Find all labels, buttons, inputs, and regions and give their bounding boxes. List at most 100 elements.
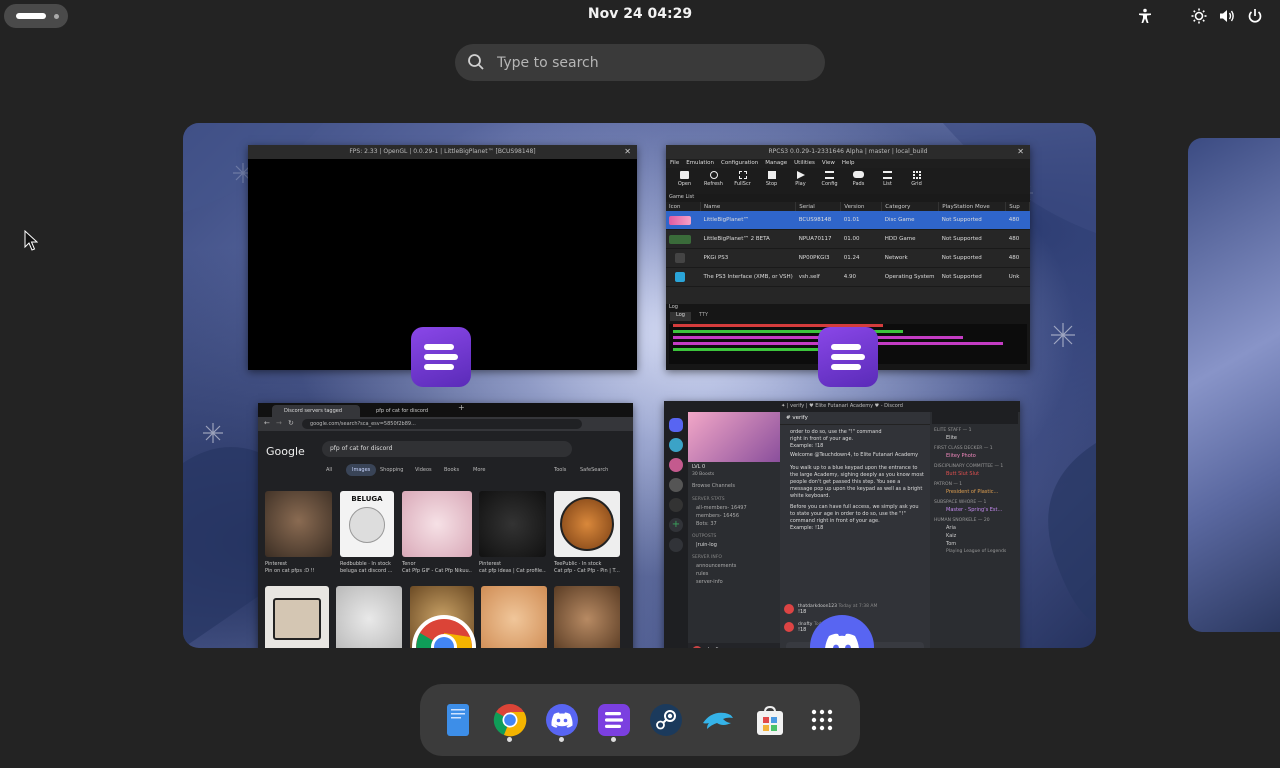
tab-log[interactable]: Log	[670, 312, 691, 321]
channel-item[interactable]: announcements	[688, 562, 780, 570]
toolbar-config-button[interactable]: Config	[817, 168, 842, 194]
member-search[interactable]	[932, 412, 1018, 424]
image-result[interactable]	[336, 586, 402, 648]
dock-app-dolphin[interactable]	[700, 702, 736, 738]
filter-all[interactable]: All	[326, 467, 332, 473]
channel-item[interactable]: Bots: 37	[688, 520, 780, 528]
member-item[interactable]: Master - Spring's Est...	[930, 506, 1020, 514]
chrome-window[interactable]: Discord servers tagged pfp of cat for di…	[258, 403, 633, 648]
filter-books[interactable]: Books	[444, 467, 459, 473]
column-header[interactable]: Name	[700, 202, 797, 211]
image-result[interactable]	[554, 491, 620, 557]
discord-home-icon[interactable]	[669, 418, 683, 432]
channel-item[interactable]: |ruin-log	[688, 541, 780, 549]
member-item[interactable]: Aria	[930, 524, 1020, 532]
table-row[interactable]: PKGi PS3 NP00PKGI3 01.24 Network Not Sup…	[666, 248, 1030, 268]
toolbar-grid-button[interactable]: Grid	[904, 168, 929, 194]
dock-app-rpcs3[interactable]	[596, 702, 632, 738]
menu-view[interactable]: View	[822, 159, 835, 168]
reload-icon[interactable]: ↻	[288, 419, 294, 427]
google-search-box[interactable]: pfp of cat for discord	[322, 441, 572, 457]
channel-item[interactable]: rules	[688, 570, 780, 578]
table-row[interactable]: The PS3 Interface (XMB, or VSH) vsh.self…	[666, 267, 1030, 287]
member-item[interactable]: Elite	[930, 434, 1020, 442]
new-tab-icon[interactable]: +	[458, 403, 465, 412]
column-header[interactable]: Version	[840, 202, 883, 211]
close-icon[interactable]: ✕	[624, 145, 631, 159]
member-item[interactable]: President of Plastic...	[930, 488, 1020, 496]
power-icon[interactable]	[1246, 7, 1264, 25]
toolbar-refresh-button[interactable]: Refresh	[701, 168, 726, 194]
google-logo[interactable]: Google	[266, 445, 305, 458]
clock[interactable]: Nov 24 04:29	[540, 6, 740, 22]
column-header[interactable]: PlayStation Move	[938, 202, 1007, 211]
toolbar-open-button[interactable]: Open	[672, 168, 697, 194]
dock-app-software[interactable]	[752, 702, 788, 738]
toolbar-play-button[interactable]: Play	[788, 168, 813, 194]
table-row-selected[interactable]: LittleBigPlanet™ BCUS98148 01.01 Disc Ga…	[666, 211, 1030, 230]
address-bar[interactable]: google.com/search?sca_esv=5850f2b89...	[302, 419, 582, 429]
accessibility-icon[interactable]	[1136, 7, 1154, 25]
category-header[interactable]: SERVER INFO	[688, 549, 780, 562]
table-row[interactable]: LittleBigPlanet™ 2 BETA NPUA70117 01.00 …	[666, 229, 1030, 249]
column-header[interactable]: Serial	[795, 202, 842, 211]
column-header[interactable]: Category	[881, 202, 940, 211]
category-header[interactable]: SERVER STATS	[688, 491, 780, 504]
menu-help[interactable]: Help	[842, 159, 855, 168]
forward-icon[interactable]: →	[276, 419, 282, 427]
result-caption[interactable]: Cat Pfp GIF - Cat Pfp Nikuu...	[402, 568, 472, 574]
menu-file[interactable]: File	[670, 159, 679, 168]
volume-icon[interactable]	[1218, 7, 1236, 25]
column-header[interactable]: Icon	[666, 202, 701, 211]
dock-app-steam[interactable]	[648, 702, 684, 738]
tab-tty[interactable]: TTY	[693, 312, 714, 321]
avatar[interactable]	[692, 646, 702, 648]
dock-app-discord[interactable]	[544, 702, 580, 738]
server-icon[interactable]	[669, 458, 683, 472]
image-result[interactable]	[481, 586, 547, 648]
browse-channels[interactable]: Browse Channels	[688, 477, 780, 491]
tab[interactable]: Discord servers tagged	[272, 405, 360, 417]
result-caption[interactable]: cat pfp ideas | Cat profile...	[479, 568, 546, 574]
channel-item[interactable]: members- 16456	[688, 512, 780, 520]
workspace-thumbnail[interactable]: FPS: 2.33 | OpenGL | 0.0.29-1 | LittleBi…	[183, 123, 1096, 648]
toolbar-pads-button[interactable]: Pads	[846, 168, 871, 194]
avatar[interactable]	[784, 622, 794, 632]
menu-configuration[interactable]: Configuration	[721, 159, 758, 168]
result-caption[interactable]: beluga cat discord ...	[340, 568, 396, 574]
member-item[interactable]: Kaiz	[930, 532, 1020, 540]
image-result[interactable]	[554, 586, 620, 648]
tools-button[interactable]: Tools	[554, 467, 566, 473]
toolbar-stop-button[interactable]: Stop	[759, 168, 784, 194]
dock-app-chrome[interactable]	[492, 702, 528, 738]
search-input[interactable]	[495, 52, 799, 74]
dock-app-files[interactable]	[440, 702, 476, 738]
server-icon[interactable]	[669, 498, 683, 512]
result-caption[interactable]: Pin on cat pfps :D !!	[265, 568, 332, 574]
server-icon[interactable]	[669, 478, 683, 492]
filter-videos[interactable]: Videos	[415, 467, 432, 473]
add-server-icon[interactable]: +	[669, 518, 683, 532]
filter-images[interactable]: Images	[346, 464, 377, 476]
next-workspace-thumbnail[interactable]	[1188, 138, 1280, 632]
image-result[interactable]	[479, 491, 546, 557]
image-result[interactable]	[265, 586, 329, 648]
dock-show-apps[interactable]	[804, 702, 840, 738]
safesearch-button[interactable]: SafeSearch	[580, 467, 608, 473]
member-item[interactable]: Tom	[930, 540, 1020, 548]
overview-search[interactable]	[455, 44, 825, 81]
tab[interactable]: pfp of cat for discord	[364, 405, 454, 417]
menu-manage[interactable]: Manage	[765, 159, 787, 168]
discord-window[interactable]: ✦ | verify | ♥ Elite Futanari Academy ♥ …	[664, 401, 1020, 648]
explore-icon[interactable]	[669, 538, 683, 552]
server-icon[interactable]	[669, 438, 683, 452]
brightness-icon[interactable]	[1190, 7, 1208, 25]
server-banner[interactable]	[688, 412, 780, 462]
filter-more[interactable]: More	[473, 467, 485, 473]
activities-button[interactable]	[4, 4, 68, 28]
channel-item[interactable]: server-info	[688, 578, 780, 586]
member-item[interactable]: Elitey Photo	[930, 452, 1020, 460]
image-result[interactable]	[402, 491, 472, 557]
result-caption[interactable]: Cat pfp - Cat Pfp - Pin | T...	[554, 568, 620, 574]
menu-emulation[interactable]: Emulation	[686, 159, 714, 168]
